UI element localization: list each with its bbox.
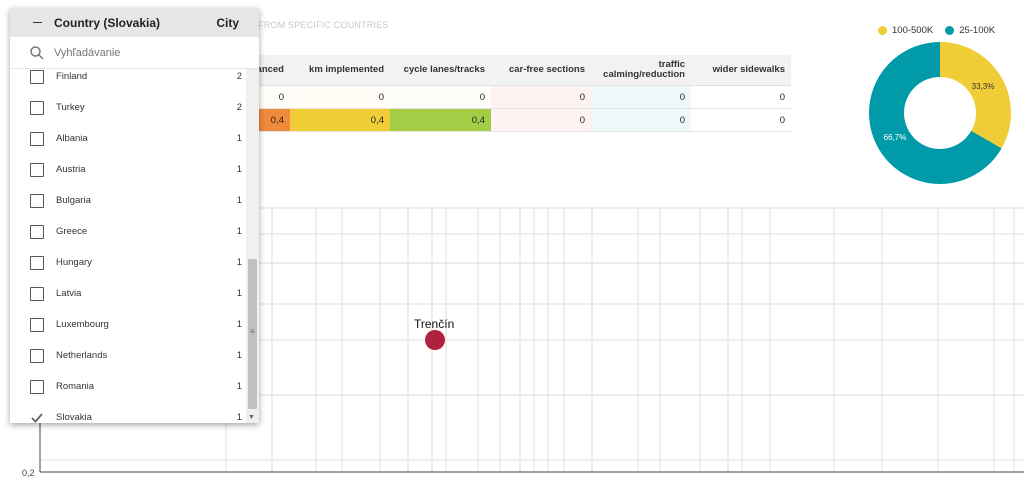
table-row: 0,4 0,4 0,4 0 0 0 xyxy=(226,109,791,132)
checkbox[interactable] xyxy=(30,286,44,301)
country-filter-dropdown: Country (Slovakia) City Finland 2 Turkey 2 A… xyxy=(10,8,259,423)
checkbox[interactable] xyxy=(30,193,44,208)
city-count: 1 xyxy=(236,288,242,299)
country-label: Netherlands xyxy=(56,350,108,361)
country-option[interactable]: Luxembourg 1 xyxy=(10,309,246,340)
country-label: Austria xyxy=(56,164,86,175)
country-label: Greece xyxy=(56,226,88,237)
scrollbar[interactable]: ≡ ▼ xyxy=(246,69,259,423)
chart-subtitle: FROM SPECIFIC COUNTRIES xyxy=(258,20,389,30)
collapse-icon[interactable] xyxy=(30,16,44,30)
scrollbar-thumb[interactable]: ≡ xyxy=(248,259,257,409)
search-icon xyxy=(30,45,44,60)
header-car-free[interactable]: car-free sections xyxy=(491,55,591,85)
table-cell: 0 xyxy=(290,86,390,108)
point-label: Trenčín xyxy=(414,317,454,331)
city-count: 1 xyxy=(236,319,242,330)
country-list: Finland 2 Turkey 2 Albania 1 Austria 1 Bulgaria 1… xyxy=(10,69,246,423)
country-option[interactable]: Bulgaria 1 xyxy=(10,185,246,216)
header-wider-sidewalks[interactable]: wider sidewalks xyxy=(691,55,791,85)
donut-legend: 100-500K 25-100K xyxy=(878,25,995,36)
country-label: Luxembourg xyxy=(56,319,109,330)
city-count: 1 xyxy=(236,164,242,175)
table-row: 0 0 0 0 0 0 xyxy=(226,86,791,109)
table-cell: 0,4 xyxy=(390,109,491,131)
metrics-table: anced km implemented cycle lanes/tracks … xyxy=(226,55,791,132)
country-option[interactable]: Turkey 2 xyxy=(10,92,246,123)
header-km-implemented[interactable]: km implemented xyxy=(290,55,390,85)
checkbox[interactable] xyxy=(30,131,44,146)
city-count: 1 xyxy=(236,257,242,268)
city-count: 1 xyxy=(236,381,242,392)
table-cell: 0 xyxy=(691,86,791,108)
legend-label: 25-100K xyxy=(959,25,996,36)
checkbox[interactable] xyxy=(30,348,44,363)
table-cell: 0 xyxy=(390,86,491,108)
country-option[interactable]: Greece 1 xyxy=(10,216,246,247)
table-cell: 0 xyxy=(491,86,591,108)
checkbox-checked[interactable] xyxy=(30,410,44,423)
dropdown-header[interactable]: Country (Slovakia) City xyxy=(10,8,259,37)
checkbox[interactable] xyxy=(30,379,44,394)
city-count: 2 xyxy=(236,71,242,82)
grip-icon: ≡ xyxy=(250,327,255,336)
country-option[interactable]: Romania 1 xyxy=(10,371,246,402)
country-label: Bulgaria xyxy=(56,195,91,206)
checkbox[interactable] xyxy=(30,224,44,239)
country-label: Hungary xyxy=(56,257,92,268)
legend-dot xyxy=(945,26,955,35)
country-label: Latvia xyxy=(56,288,82,299)
country-option[interactable]: Albania 1 xyxy=(10,123,246,154)
checkbox[interactable] xyxy=(30,317,44,332)
table-cell: 0 xyxy=(491,109,591,131)
country-label: Slovakia xyxy=(56,412,92,423)
legend-dot xyxy=(878,26,887,35)
dropdown-title: Country (Slovakia) xyxy=(54,15,161,30)
country-option[interactable]: Finland 2 xyxy=(10,69,246,92)
country-option[interactable]: Hungary 1 xyxy=(10,247,246,278)
checkbox[interactable] xyxy=(30,69,44,84)
header-traffic-calming[interactable]: traffic calming/reduction xyxy=(591,55,691,85)
check-icon xyxy=(31,412,43,423)
city-count: 1 xyxy=(236,412,242,423)
table-cell: 0 xyxy=(591,86,691,108)
data-point-trencin[interactable] xyxy=(425,330,445,350)
checkbox[interactable] xyxy=(30,255,44,270)
header-cycle-lanes[interactable]: cycle lanes/tracks xyxy=(390,55,491,85)
slice-label: 66,7% xyxy=(884,133,907,142)
search-bar xyxy=(10,37,259,69)
country-label: Albania xyxy=(56,133,88,144)
legend-label: 100-500K xyxy=(892,25,934,36)
donut-chart: 33,3% 66,7% xyxy=(869,41,1011,184)
donut-slice-0[interactable] xyxy=(940,42,1011,149)
country-option[interactable]: Latvia 1 xyxy=(10,278,246,309)
country-option[interactable]: Netherlands 1 xyxy=(10,340,246,371)
city-count: 1 xyxy=(236,350,242,361)
search-input[interactable] xyxy=(54,46,234,59)
country-option[interactable]: Slovakia 1 xyxy=(10,402,246,423)
legend-item[interactable]: 25-100K xyxy=(945,25,995,36)
table-cell: 0 xyxy=(691,109,791,131)
legend-item[interactable]: 100-500K xyxy=(878,25,933,36)
country-label: Finland xyxy=(56,71,88,82)
country-option[interactable]: Austria 1 xyxy=(10,154,246,185)
city-count: 2 xyxy=(236,102,242,113)
slice-label: 33,3% xyxy=(972,82,995,91)
y-tick-label: 0,2 xyxy=(22,468,35,478)
country-label: Romania xyxy=(56,381,95,392)
city-count: 1 xyxy=(236,226,242,237)
city-column-header: City xyxy=(216,15,239,30)
scroll-down-icon[interactable]: ▼ xyxy=(248,414,255,421)
country-label: Turkey xyxy=(56,102,85,113)
checkbox[interactable] xyxy=(30,162,44,177)
table-cell: 0 xyxy=(591,109,691,131)
city-count: 1 xyxy=(236,133,242,144)
checkbox[interactable] xyxy=(30,100,44,115)
city-count: 1 xyxy=(236,195,242,206)
table-cell: 0,4 xyxy=(290,109,390,131)
table-header: anced km implemented cycle lanes/tracks … xyxy=(226,55,791,86)
